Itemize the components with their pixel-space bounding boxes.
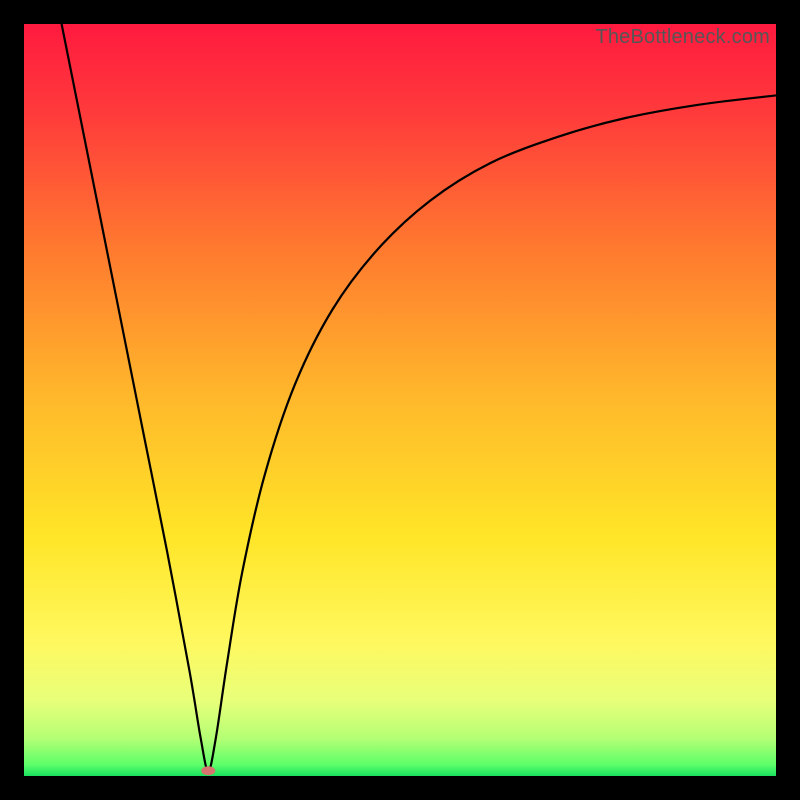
watermark-text: TheBottleneck.com bbox=[595, 26, 770, 49]
minimum-marker bbox=[201, 766, 215, 775]
bottleneck-chart bbox=[24, 24, 776, 776]
chart-frame: TheBottleneck.com bbox=[24, 24, 776, 776]
